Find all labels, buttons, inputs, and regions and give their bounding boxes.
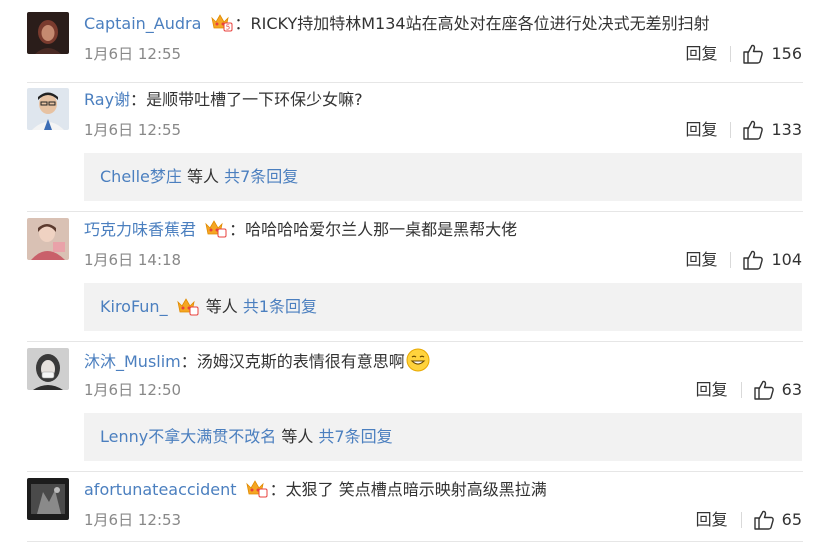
svg-text:5: 5: [225, 24, 229, 32]
comment-content: afortunateaccident ：太狠了 笑点槽点暗示映射高级黑拉满: [84, 478, 547, 502]
thumbs-up-icon: [753, 509, 775, 531]
comment-content: Ray谢：是顺带吐槽了一下环保少女嘛?: [84, 88, 363, 112]
reply-total-link[interactable]: 共1条回复: [243, 297, 317, 316]
reply-others-label: 等人: [181, 167, 225, 186]
comment-text: 太狠了 笑点槽点暗示映射高级黑拉满: [285, 480, 547, 499]
comment-actions: 回复 65: [696, 508, 802, 532]
comment-divider: [27, 541, 803, 542]
like-count: 65: [781, 510, 802, 529]
comment-time: 1月6日 12:55: [84, 45, 182, 63]
comment-actions: 回复 104: [685, 248, 802, 272]
comment-username[interactable]: Ray谢: [84, 90, 130, 109]
like-button[interactable]: 156: [742, 42, 802, 66]
vip-crown-badge-icon: [203, 218, 227, 238]
like-button[interactable]: 104: [742, 248, 802, 272]
comment-divider: [27, 341, 803, 342]
reply-others-label: 等人: [200, 297, 243, 316]
comment-username[interactable]: afortunateaccident: [84, 480, 237, 499]
reply-button[interactable]: 回复: [696, 508, 728, 532]
grin-emoji-icon: [406, 348, 430, 372]
comment-colon: ：: [234, 14, 251, 33]
comment-username[interactable]: 沐沐_Muslim: [84, 352, 181, 371]
like-count: 133: [771, 120, 802, 139]
reply-username[interactable]: Lenny不拿大满贯不改名: [100, 427, 276, 446]
vip-crown-badge-icon: [175, 296, 199, 316]
action-separator: [730, 122, 732, 138]
reply-username[interactable]: Chelle梦庄: [100, 167, 182, 186]
comment-time: 1月6日 14:18: [84, 251, 182, 269]
reply-button[interactable]: 回复: [685, 118, 717, 142]
reply-summary[interactable]: Lenny不拿大满贯不改名 等人 共7条回复: [84, 413, 802, 461]
avatar[interactable]: [27, 218, 69, 260]
comment-username[interactable]: Captain_Audra: [84, 14, 201, 33]
thumbs-up-icon: [742, 249, 764, 271]
comment-actions: 回复 63: [696, 378, 802, 402]
reply-button[interactable]: 回复: [685, 42, 717, 66]
thumbs-up-icon: [742, 119, 764, 141]
comment-content: Captain_Audra 5 ：RICKY持加特林M134站在高处对在座各位进…: [84, 12, 710, 36]
like-count: 63: [781, 380, 802, 399]
comment-time: 1月6日 12:53: [84, 511, 182, 529]
vip-crown-badge-icon: [244, 478, 268, 498]
comment-divider: [27, 471, 803, 472]
action-separator: [730, 252, 732, 268]
action-separator: [730, 46, 732, 62]
action-separator: [740, 512, 742, 528]
reply-summary[interactable]: Chelle梦庄 等人 共7条回复: [84, 153, 802, 201]
avatar[interactable]: [27, 88, 69, 130]
comment-list: Captain_Audra 5 ：RICKY持加特林M134站在高处对在座各位进…: [0, 0, 830, 544]
comment-colon: ：: [269, 480, 286, 499]
comment-colon: ：: [130, 90, 147, 109]
vip-crown-badge-icon: 5: [209, 12, 233, 32]
comment-divider: [27, 211, 803, 212]
reply-summary[interactable]: KiroFun_ 等人 共1条回复: [84, 283, 802, 331]
comment-colon: ：: [229, 220, 246, 239]
comment-divider: [27, 82, 803, 83]
comment-time: 1月6日 12:55: [84, 121, 182, 139]
thumbs-up-icon: [742, 43, 764, 65]
comment-text: 汤姆汉克斯的表情很有意思啊: [196, 352, 405, 371]
comment-text: RICKY持加特林M134站在高处对在座各位进行处决式无差别扫射: [250, 14, 710, 33]
avatar[interactable]: [27, 478, 69, 520]
like-button[interactable]: 63: [753, 378, 802, 402]
avatar[interactable]: [27, 348, 69, 390]
comment-username[interactable]: 巧克力味香蕉君: [84, 220, 196, 239]
like-count: 104: [771, 250, 802, 269]
comment-colon: ：: [180, 352, 197, 371]
reply-total-link[interactable]: 共7条回复: [224, 167, 298, 186]
reply-username[interactable]: KiroFun_: [100, 297, 168, 316]
comment-actions: 回复 133: [685, 118, 802, 142]
comment-text: 是顺带吐槽了一下环保少女嘛?: [146, 90, 363, 109]
like-button[interactable]: 65: [753, 508, 802, 532]
avatar[interactable]: [27, 12, 69, 54]
thumbs-up-icon: [753, 379, 775, 401]
action-separator: [740, 382, 742, 398]
like-count: 156: [771, 44, 802, 63]
comment-actions: 回复 156: [685, 42, 802, 66]
reply-button[interactable]: 回复: [685, 248, 717, 272]
reply-total-link[interactable]: 共7条回复: [318, 427, 392, 446]
comment-text: 哈哈哈哈爱尔兰人那一桌都是黑帮大佬: [245, 220, 518, 239]
reply-button[interactable]: 回复: [696, 378, 728, 402]
comment-content: 巧克力味香蕉君 ：哈哈哈哈爱尔兰人那一桌都是黑帮大佬: [84, 218, 517, 242]
reply-others-label: 等人: [276, 427, 319, 446]
comment-time: 1月6日 12:50: [84, 381, 182, 399]
comment-content: 沐沐_Muslim：汤姆汉克斯的表情很有意思啊: [84, 348, 430, 372]
like-button[interactable]: 133: [742, 118, 802, 142]
